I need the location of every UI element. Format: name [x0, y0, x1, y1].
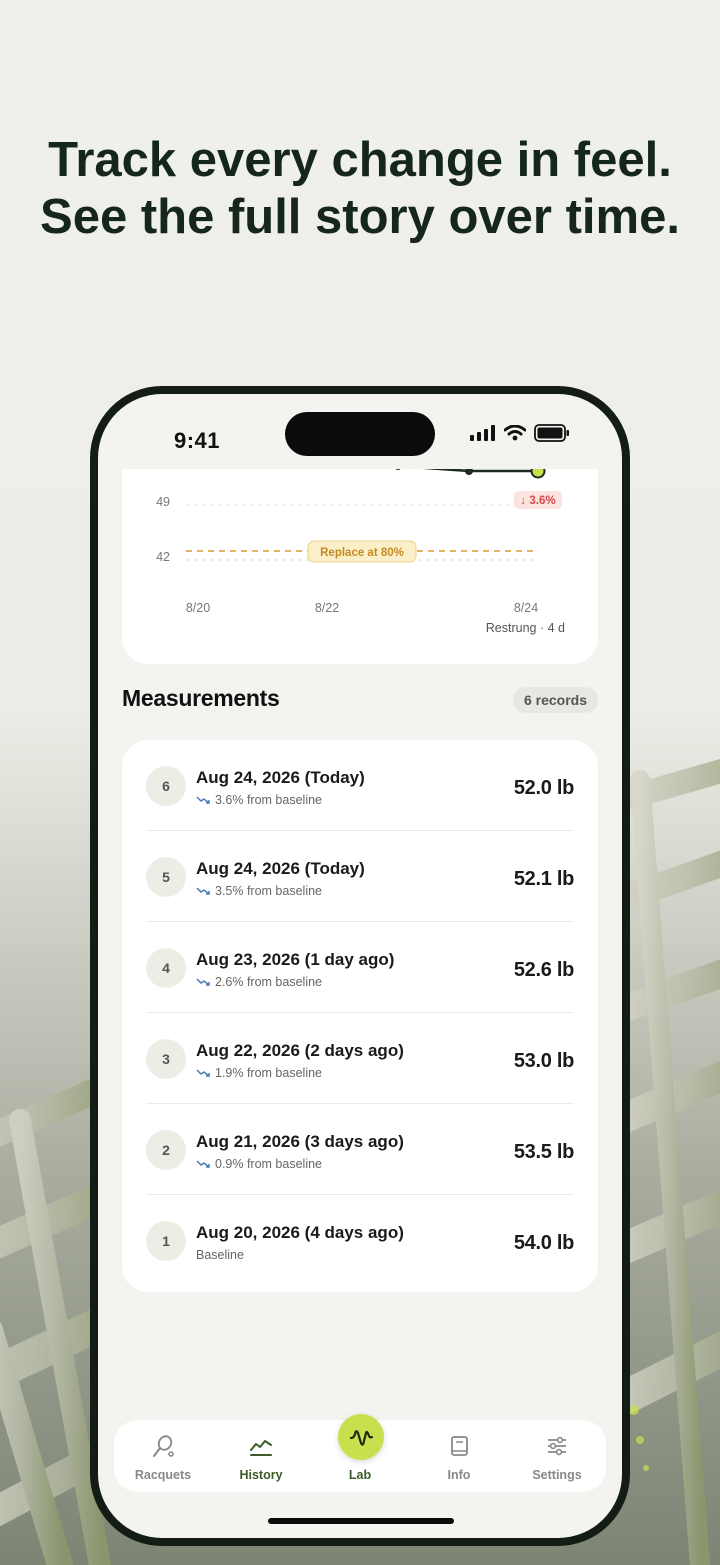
- record-value: 52.6 lb: [513, 959, 574, 981]
- dynamic-island: [285, 412, 435, 456]
- y-tick-42: 42: [156, 550, 170, 564]
- x-tick-8-22: 8/22: [315, 601, 339, 615]
- lab-button[interactable]: [338, 1414, 384, 1460]
- headline: Track every change in feel. See the full…: [0, 132, 720, 246]
- signal-icon: [470, 425, 495, 441]
- record-value: 54.0 lb: [513, 1232, 574, 1254]
- record-index: 2: [146, 1130, 186, 1170]
- list-item[interactable]: 5 Aug 24, 2026 (Today) 3.5% from baselin…: [146, 831, 574, 922]
- tab-bar: Racquets History Lab Info Settings: [114, 1414, 606, 1492]
- series-layer: [395, 469, 546, 479]
- record-delta: Baseline: [196, 1248, 244, 1262]
- scroll-content[interactable]: 49 42 Replace at 80% ↓ 3.6% 8/20 8/22 8/…: [98, 469, 622, 1469]
- wifi-icon: [504, 425, 526, 441]
- status-time: 9:41: [174, 428, 221, 453]
- tab-history-label: History: [239, 1468, 283, 1482]
- list-item[interactable]: 2 Aug 21, 2026 (3 days ago) 0.9% from ba…: [146, 1104, 574, 1195]
- headline-line-1: Track every change in feel.: [48, 133, 672, 187]
- status-icons: [470, 424, 570, 442]
- measurements-list: 6 Aug 24, 2026 (Today) 3.6% from baselin…: [122, 740, 598, 1292]
- record-delta-text: 0.9% from baseline: [215, 1157, 323, 1171]
- record-delta: 3.5% from baseline: [196, 884, 322, 898]
- list-item[interactable]: 6 Aug 24, 2026 (Today) 3.6% from baselin…: [146, 740, 574, 831]
- x-tick-8-24: 8/24: [514, 601, 538, 615]
- trend-down-icon: [196, 796, 210, 804]
- y-tick-49: 49: [156, 495, 170, 509]
- list-item[interactable]: 3 Aug 22, 2026 (2 days ago) 1.9% from ba…: [146, 1013, 574, 1104]
- record-date: Aug 24, 2026 (Today): [196, 859, 365, 878]
- phone-screen: 9:41 49 42 Replace at 80% ↓ 3.6% 8/20 8/…: [98, 394, 622, 1538]
- tab-settings[interactable]: Settings: [508, 1420, 606, 1492]
- record-index: 6: [146, 766, 186, 806]
- chart-card: 49 42 Replace at 80% ↓ 3.6% 8/20 8/22 8/…: [122, 469, 598, 664]
- trend-down-icon: [196, 1160, 210, 1168]
- record-index: 5: [146, 857, 186, 897]
- record-date: Aug 22, 2026 (2 days ago): [196, 1041, 404, 1060]
- change-badge-label: ↓ 3.6%: [520, 495, 555, 507]
- record-date: Aug 23, 2026 (1 day ago): [196, 950, 395, 969]
- tab-info[interactable]: Info: [410, 1420, 508, 1492]
- record-value: 53.5 lb: [513, 1141, 574, 1163]
- record-delta: 0.9% from baseline: [196, 1157, 322, 1171]
- measurements-title: Measurements: [122, 685, 280, 711]
- tab-racquets-label: Racquets: [134, 1468, 192, 1482]
- record-delta: 1.9% from baseline: [196, 1066, 322, 1080]
- racquet-icon: [153, 1435, 174, 1457]
- trend-down-icon: [196, 978, 210, 986]
- record-delta-text: Baseline: [196, 1248, 244, 1262]
- list-item[interactable]: 1 Aug 20, 2026 (4 days ago) Baseline 54.…: [146, 1195, 574, 1286]
- list-item[interactable]: 4 Aug 23, 2026 (1 day ago) 2.6% from bas…: [146, 922, 574, 1013]
- measurements-header: Measurements 6 records: [122, 685, 598, 717]
- record-value: 52.1 lb: [513, 868, 574, 890]
- tab-history[interactable]: History: [212, 1420, 310, 1492]
- tab-racquets[interactable]: Racquets: [114, 1420, 212, 1492]
- phone-frame: 9:41 49 42 Replace at 80% ↓ 3.6% 8/20 8/…: [90, 386, 630, 1546]
- record-value: 53.0 lb: [513, 1050, 574, 1072]
- home-indicator[interactable]: [268, 1518, 454, 1524]
- x-tick-8-20: 8/20: [186, 601, 210, 615]
- history-chart-icon: [250, 1440, 272, 1456]
- latest-point: [530, 469, 546, 479]
- record-index: 3: [146, 1039, 186, 1079]
- record-delta-text: 1.9% from baseline: [215, 1066, 323, 1080]
- record-delta-text: 2.6% from baseline: [215, 975, 323, 989]
- book-icon: [451, 1436, 468, 1456]
- data-point: [395, 469, 401, 470]
- trend-down-icon: [196, 1069, 210, 1077]
- sliders-icon: [548, 1436, 566, 1456]
- record-delta: 3.6% from baseline: [196, 793, 322, 807]
- records-count-badge: 6 records: [512, 687, 598, 713]
- series-line: [422, 469, 538, 473]
- battery-icon: [534, 424, 569, 442]
- record-index: 1: [146, 1221, 186, 1261]
- headline-line-2: See the full story over time.: [40, 190, 680, 244]
- waveform-icon: [349, 1430, 374, 1446]
- tab-info-label: Info: [447, 1468, 471, 1482]
- record-date: Aug 21, 2026 (3 days ago): [196, 1132, 404, 1151]
- chart-footer: Restrung · 4 d: [485, 621, 565, 635]
- trend-down-icon: [196, 887, 210, 895]
- tab-lab[interactable]: Lab: [311, 1414, 409, 1492]
- record-index: 4: [146, 948, 186, 988]
- record-value: 52.0 lb: [513, 777, 574, 799]
- record-delta-text: 3.6% from baseline: [215, 793, 323, 807]
- tab-settings-label: Settings: [532, 1468, 582, 1482]
- record-delta: 2.6% from baseline: [196, 975, 322, 989]
- record-delta-text: 3.5% from baseline: [215, 884, 323, 898]
- tab-lab-label: Lab: [348, 1468, 372, 1482]
- record-date: Aug 20, 2026 (4 days ago): [196, 1223, 404, 1242]
- record-date: Aug 24, 2026 (Today): [196, 768, 365, 787]
- threshold-label: Replace at 80%: [320, 547, 404, 559]
- data-point: [465, 469, 473, 475]
